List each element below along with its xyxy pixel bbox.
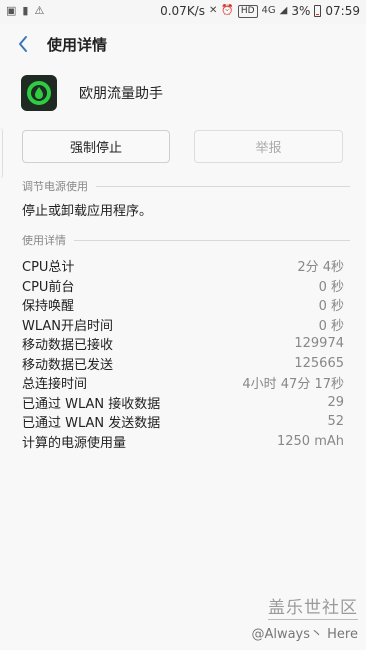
battery-icon [314, 5, 322, 17]
usage-label: 移动数据已接收 [22, 338, 114, 354]
usage-value: 125665 [294, 355, 344, 371]
usage-row-keep-awake: 保持唤醒 0 秒 [22, 295, 344, 315]
force-stop-button[interactable]: 强制停止 [22, 130, 170, 163]
usage-value: 1250 mAh [276, 433, 344, 449]
power-section-header: 调节电源使用 [22, 178, 350, 194]
usage-label: 保持唤醒 [22, 299, 75, 315]
status-right: 0.07K/s ✕ ⏰ HD 4G ◢ 3% 07:59 [160, 4, 360, 18]
usage-value: 0 秒 [318, 279, 344, 295]
back-button[interactable] [3, 24, 43, 64]
usage-label: 计算的电源使用量 [22, 435, 127, 451]
battery-percent: 3% [291, 4, 311, 18]
usage-row-cpu-total: CPU总计 2分 4秒 [22, 256, 344, 276]
app-info-row: 欧朋流量助手 [21, 72, 163, 114]
usage-label: CPU前台 [22, 279, 75, 295]
usage-row-wlan-received: 已通过 WLAN 接收数据 29 [22, 393, 344, 413]
usage-label: 已通过 WLAN 发送数据 [22, 416, 161, 432]
leaf-drop-icon [27, 81, 51, 105]
watermark-logo: 盖乐世社区 [268, 598, 358, 620]
status-bar: ▣ ▮ ⚠ 0.07K/s ✕ ⏰ HD 4G ◢ 3% 07:59 [0, 0, 366, 24]
divider [74, 239, 350, 241]
usage-label: CPU总计 [22, 260, 75, 276]
usage-value: 29 [327, 394, 344, 410]
warning-icon: ⚠ [34, 4, 45, 17]
watermark-user: @Always丶 Here [251, 627, 358, 642]
mute-icon: ✕ [208, 5, 218, 16]
usage-value: 129974 [294, 336, 344, 352]
chevron-left-icon [19, 36, 27, 52]
clock: 07:59 [325, 4, 360, 18]
usage-row-mobile-sent: 移动数据已发送 125665 [22, 354, 344, 374]
usage-row-wlan-sent: 已通过 WLAN 发送数据 52 [22, 412, 344, 432]
page-title: 使用详情 [47, 35, 108, 54]
app-name: 欧朋流量助手 [79, 86, 163, 102]
divider [96, 185, 350, 187]
usage-section-header: 使用详情 [22, 232, 350, 248]
usage-value: 2分 4秒 [297, 260, 344, 276]
usage-label: 已通过 WLAN 接收数据 [22, 396, 161, 412]
status-left: ▣ ▮ ⚠ [6, 4, 44, 18]
usage-value: 52 [327, 414, 344, 430]
usage-section-title: 使用详情 [22, 234, 66, 247]
sim-icon: ▮ [22, 4, 29, 17]
usage-value: 0 秒 [318, 299, 344, 315]
image-icon: ▣ [6, 4, 17, 17]
usage-row-power-usage: 计算的电源使用量 1250 mAh [22, 432, 344, 452]
usage-label: WLAN开启时间 [22, 318, 114, 334]
usage-row-cpu-foreground: CPU前台 0 秒 [22, 276, 344, 296]
usage-row-connection-time: 总连接时间 4小时 47分 17秒 [22, 373, 344, 393]
edge-panel-handle[interactable] [0, 128, 3, 178]
watermark: 盖乐世社区 @Always丶 Here [228, 598, 358, 642]
usage-list: CPU总计 2分 4秒 CPU前台 0 秒 保持唤醒 0 秒 WLAN开启时间 … [22, 256, 344, 451]
app-bar: 使用详情 [0, 24, 366, 64]
signal-icon: ◢ [279, 5, 288, 16]
hd-badge: HD [237, 4, 258, 18]
usage-row-mobile-received: 移动数据已接收 129974 [22, 334, 344, 354]
usage-value: 0 秒 [318, 318, 344, 334]
usage-label: 总连接时间 [22, 377, 88, 393]
usage-value: 4小时 47分 17秒 [242, 377, 344, 393]
network-type: 4G [261, 5, 276, 16]
alarm-icon: ⏰ [221, 5, 234, 16]
app-icon [21, 75, 57, 111]
power-section-text[interactable]: 停止或卸载应用程序。 [22, 200, 152, 219]
report-button[interactable]: 举报 [194, 130, 343, 163]
usage-label: 移动数据已发送 [22, 357, 114, 373]
power-section-title: 调节电源使用 [22, 180, 88, 193]
usage-row-wlan-on-time: WLAN开启时间 0 秒 [22, 315, 344, 335]
net-speed: 0.07K/s [160, 4, 205, 18]
